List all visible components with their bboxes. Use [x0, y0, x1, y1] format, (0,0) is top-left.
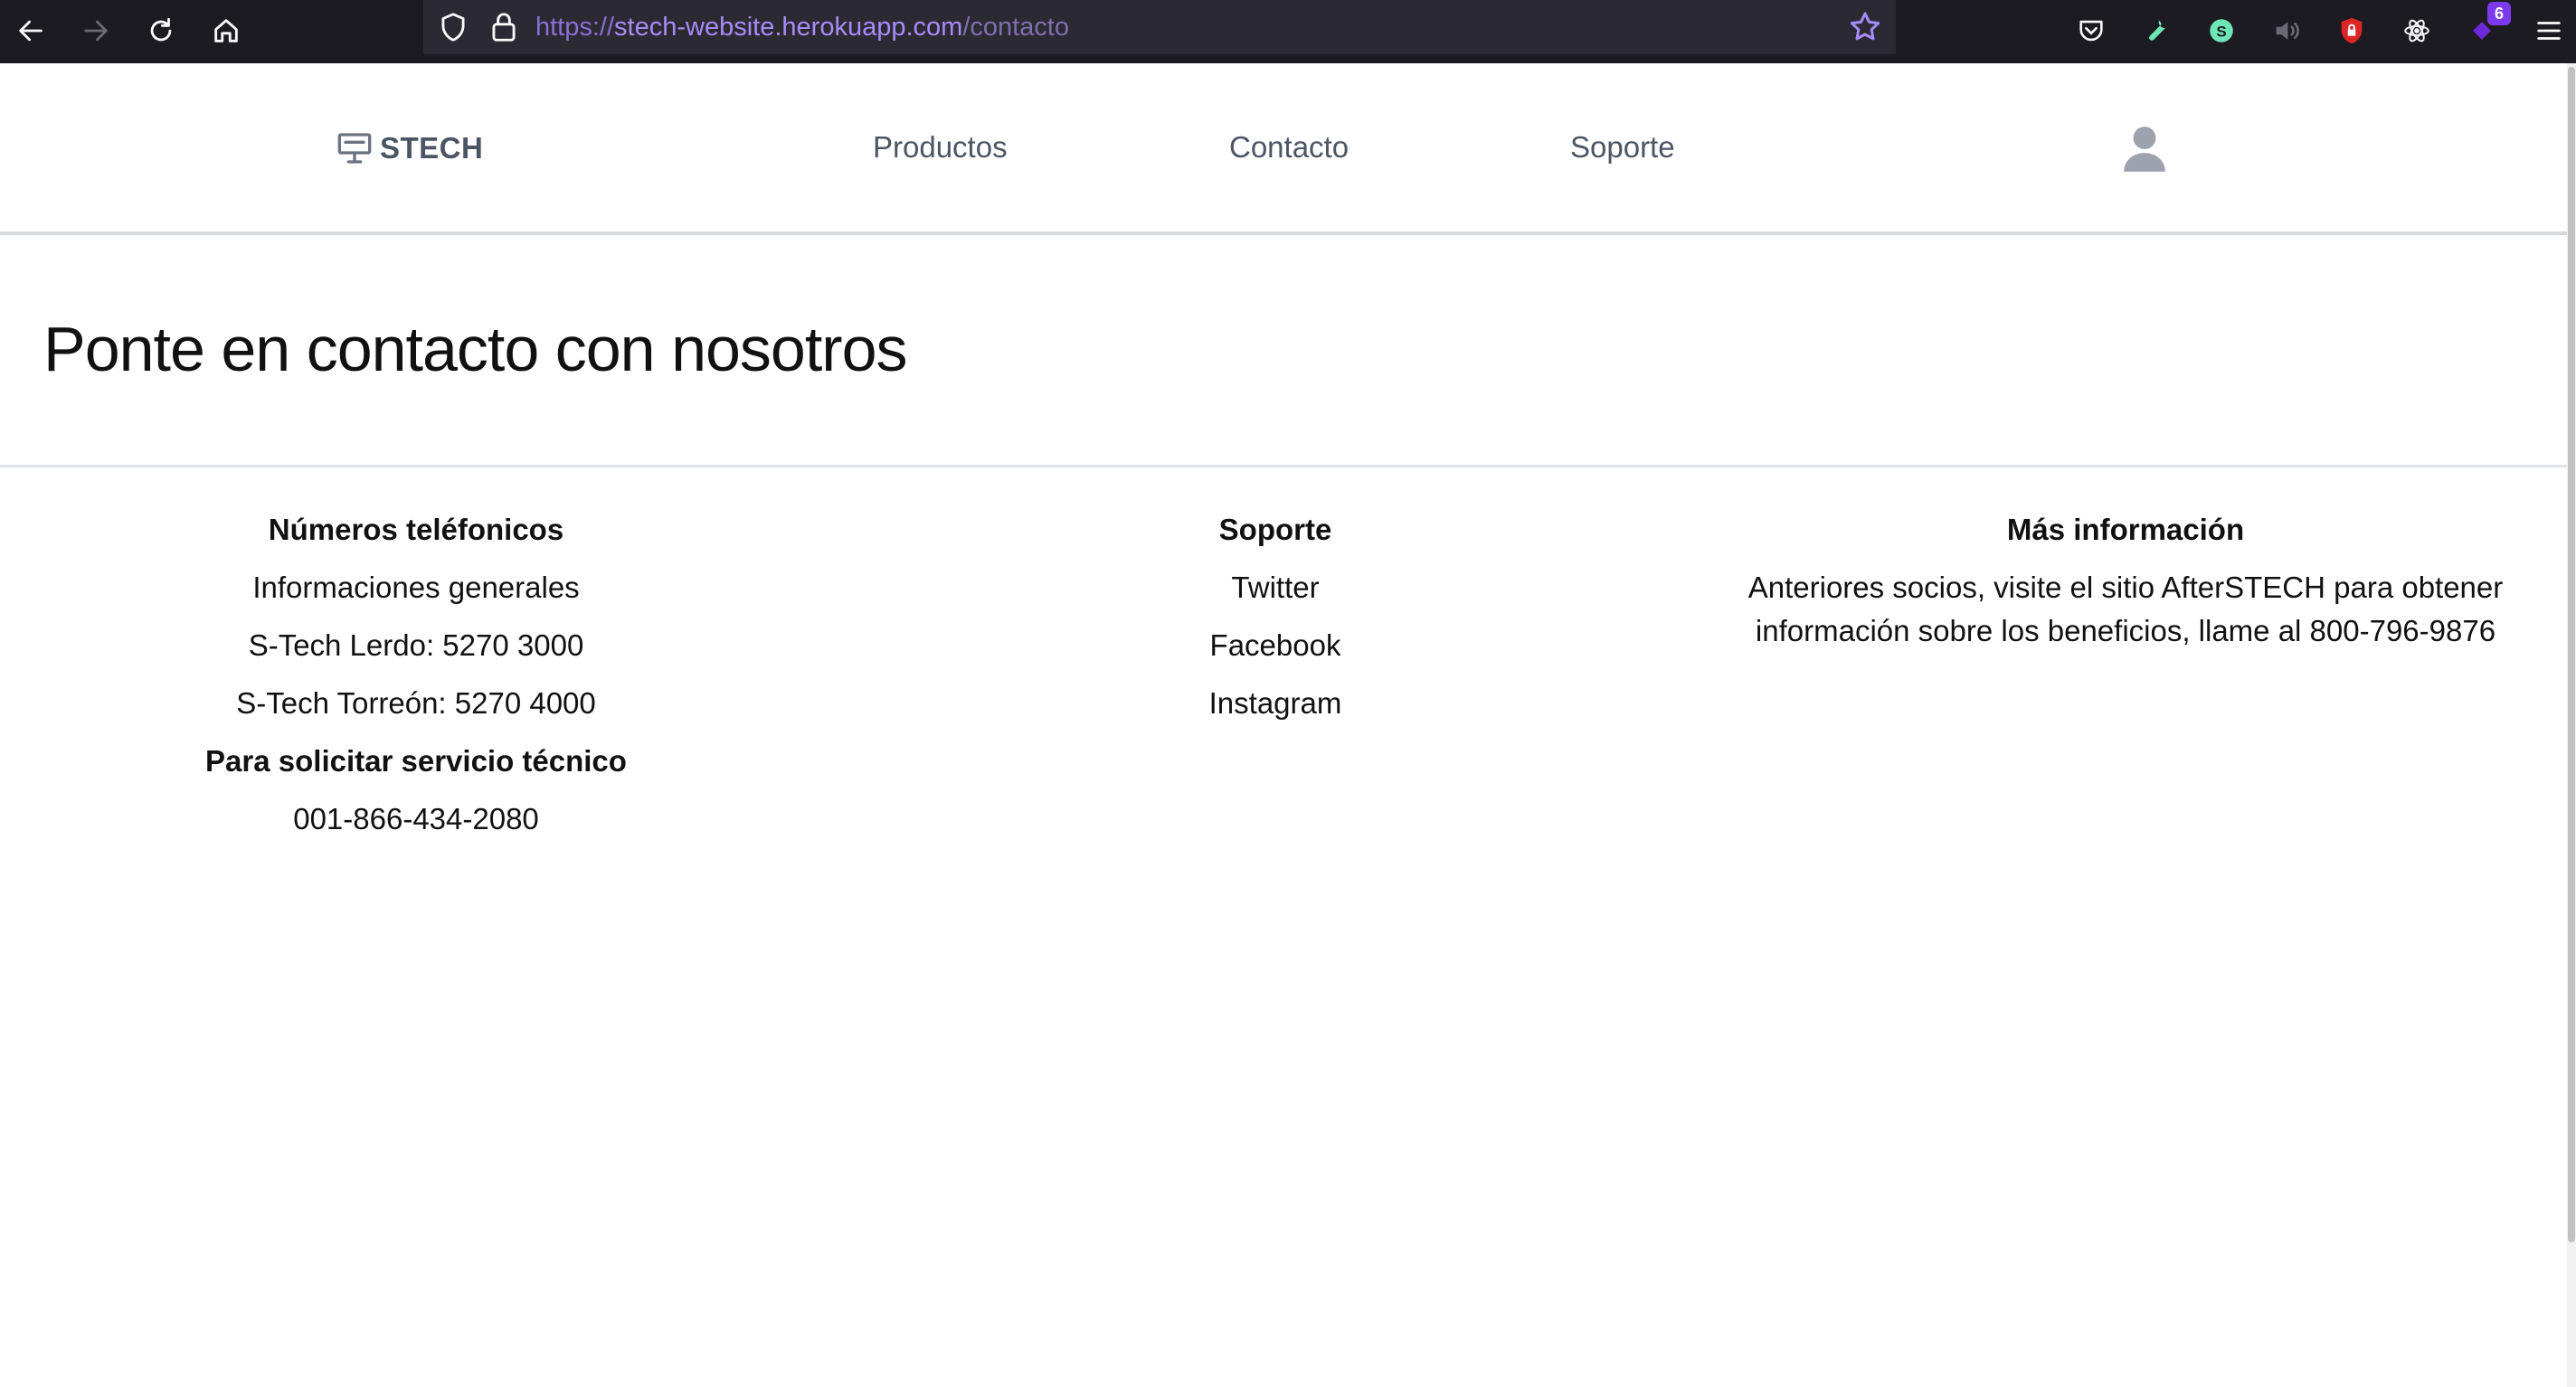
nav-soporte[interactable]: Soporte: [1570, 130, 1675, 165]
svg-text:S: S: [2216, 23, 2226, 40]
service-phone: 001-866-434-2080: [293, 802, 539, 835]
reload-button[interactable]: [137, 7, 185, 54]
devtools-button[interactable]: [2133, 7, 2180, 54]
twitter-link[interactable]: Twitter: [859, 559, 1691, 617]
more-info-column: Más información Anteriores socios, visit…: [1709, 501, 2542, 653]
extension-badge: 6: [2487, 2, 2511, 25]
lerdo-phone: S-Tech Lerdo: 5270 3000: [248, 628, 584, 662]
browser-toolbar: https://stech-website.herokuapp.com/cont…: [0, 0, 2576, 63]
bookmark-star-icon[interactable]: [1847, 9, 1883, 45]
nav-productos[interactable]: Productos: [873, 130, 1008, 165]
arrow-left-icon: [19, 20, 43, 42]
nav-contacto[interactable]: Contacto: [1229, 130, 1349, 165]
general-info-label: Informaciones generales: [252, 571, 580, 604]
url-path: /contacto: [962, 13, 1069, 42]
back-button[interactable]: [7, 7, 54, 54]
service-heading: Para solicitar servicio técnico: [205, 744, 627, 778]
facebook-link[interactable]: Facebook: [859, 617, 1691, 675]
speaker-icon: [2276, 22, 2299, 40]
home-button[interactable]: [203, 7, 250, 54]
url-text[interactable]: https://stech-website.herokuapp.com/cont…: [535, 11, 1069, 43]
reload-icon: [150, 17, 172, 42]
page-scrollbar[interactable]: [2567, 63, 2576, 1387]
sound-button[interactable]: [2263, 7, 2310, 54]
wrench-icon: [2149, 20, 2165, 41]
phones-heading: Números teléfonicos: [268, 513, 564, 546]
url-scheme: https://: [535, 13, 615, 42]
more-info-text: Anteriores socios, visite el sitio After…: [1747, 571, 2504, 647]
section-divider: [0, 465, 2567, 467]
url-host: stech-website.herokuapp.com: [614, 13, 963, 42]
s-extension-icon: S: [2210, 19, 2233, 42]
home-icon: [214, 19, 238, 42]
site-logo[interactable]: STECH: [336, 130, 483, 166]
pocket-button[interactable]: [2068, 7, 2115, 54]
shield-lock-icon: [2341, 17, 2363, 44]
page-title: Ponte en contacto con nosotros: [43, 314, 908, 384]
arrow-right-icon: [84, 20, 108, 42]
instagram-link[interactable]: Instagram: [859, 675, 1691, 732]
logo-text: STECH: [380, 131, 484, 165]
adblock-button[interactable]: [2328, 7, 2375, 54]
lock-icon[interactable]: [487, 10, 521, 44]
forward-button[interactable]: [72, 7, 119, 54]
shield-icon[interactable]: [436, 10, 470, 44]
react-icon: [2404, 19, 2429, 42]
more-info-heading: Más información: [2006, 513, 2245, 546]
hamburger-menu-icon: [2537, 22, 2561, 40]
monitor-icon: [337, 133, 372, 164]
url-bar[interactable]: https://stech-website.herokuapp.com/cont…: [423, 0, 1896, 54]
torreon-phone: S-Tech Torreón: 5270 4000: [236, 686, 596, 720]
scrollbar-thumb[interactable]: [2568, 67, 2575, 1242]
react-devtools-button[interactable]: [2393, 7, 2440, 54]
pocket-icon: [2079, 20, 2103, 42]
extension-badge-button[interactable]: 6: [2458, 2, 2511, 54]
support-column: Soporte Twitter Facebook Instagram: [859, 501, 1691, 732]
phones-column: Números teléfonicos Informaciones genera…: [0, 501, 832, 848]
site-header: STECH Productos Contacto Soporte: [0, 63, 2567, 235]
user-avatar-icon[interactable]: [2122, 125, 2167, 174]
app-menu-button[interactable]: [2525, 7, 2572, 54]
support-heading: Soporte: [1218, 513, 1332, 546]
extension-s-button[interactable]: S: [2198, 7, 2245, 54]
